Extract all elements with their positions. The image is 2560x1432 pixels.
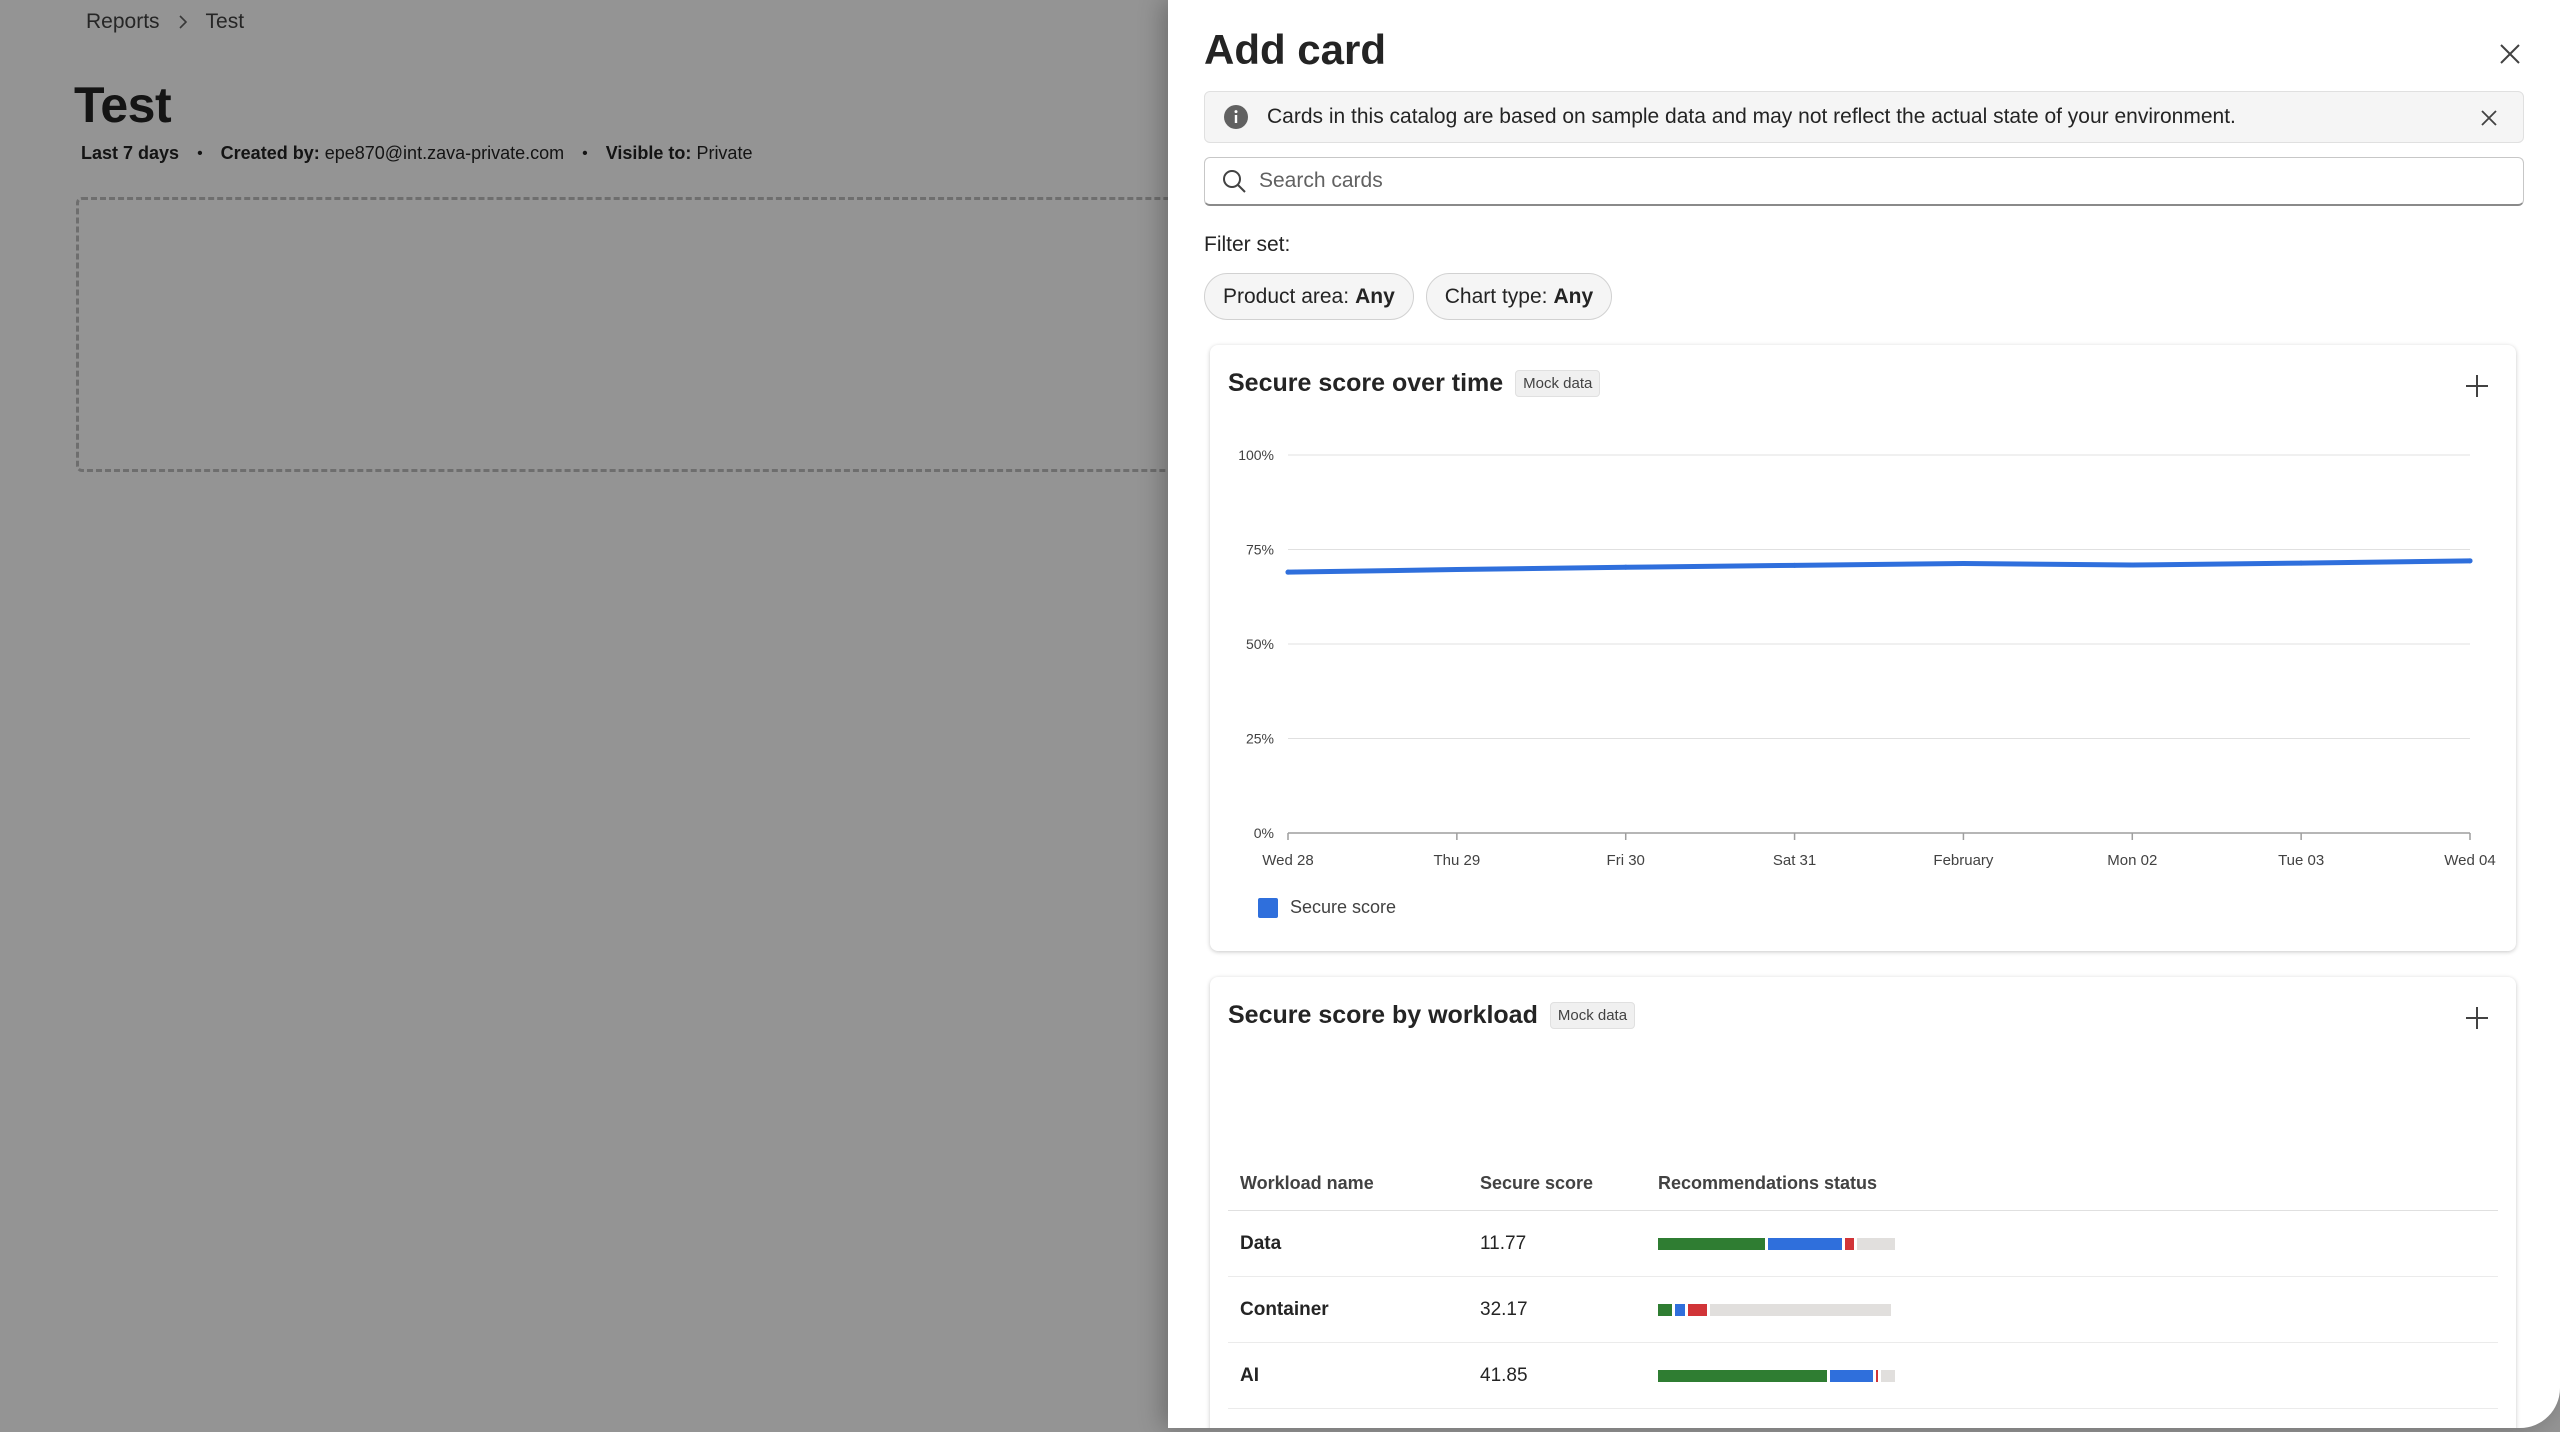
secure-score-by-workload-card[interactable]: Secure score by workload Mock data Workl… [1210, 977, 2516, 1428]
data-point [1285, 569, 1291, 575]
chart-legend: Secure score [1258, 897, 1396, 918]
close-icon [2500, 44, 2520, 64]
secure-score-series-line [1285, 558, 2473, 575]
column-header[interactable]: Recommendations status [1658, 1173, 2498, 1194]
table-row[interactable]: Container 32.17 [1228, 1277, 2498, 1343]
workload-name: Container [1240, 1298, 1329, 1320]
data-point [2298, 560, 2304, 566]
secure-score-value: 11.77 [1480, 1232, 1527, 1254]
status-bar [1658, 1369, 1896, 1382]
table-row[interactable]: Identity64.7 [1228, 1409, 2498, 1428]
table-header: Workload name Secure score Recommendatio… [1228, 1157, 2498, 1211]
dismiss-info-button[interactable] [2475, 104, 2503, 132]
info-message-bar: Cards in this catalog are based on sampl… [1204, 91, 2524, 143]
status-in-progress-segment [1675, 1303, 1685, 1316]
plus-icon [2466, 1007, 2488, 1029]
workload-name: Data [1240, 1232, 1282, 1254]
status-remaining-segment [1709, 1303, 1891, 1316]
y-tick-label: 0% [1254, 825, 1274, 841]
y-tick-label: 50% [1246, 636, 1274, 652]
x-tick-label: Fri 30 [1607, 852, 1645, 869]
add-card-panel: Add card Cards in this catalog are based… [1168, 0, 2560, 1428]
x-tick-label: Mon 02 [2107, 852, 2157, 869]
recommendations-status [1658, 1369, 2498, 1382]
filter-pills: Product area: Any Chart type: Any [1204, 273, 1613, 320]
add-card-button[interactable] [2460, 1001, 2494, 1035]
status-bar [1658, 1237, 1896, 1250]
data-point [2129, 562, 2135, 568]
column-header[interactable]: Secure score [1480, 1173, 1658, 1194]
recommendations-status [1658, 1237, 2498, 1250]
status-risk-segment [1875, 1369, 1879, 1382]
secure-score-line-chart: 100% 75% 50% 25% 0% Wed 28 Thu 29 Fri 30 Sat 31 F… [1238, 447, 2496, 869]
table-row[interactable]: AI 41.85 [1228, 1343, 2498, 1409]
data-point [1960, 560, 1966, 566]
data-point [1454, 567, 1460, 573]
data-point [1623, 564, 1629, 570]
panel-title: Add card [1204, 26, 1387, 73]
data-point [2467, 558, 2473, 564]
status-completed-segment [1658, 1303, 1673, 1316]
table-row[interactable]: Data 11.77 [1228, 1211, 2498, 1277]
close-panel-button[interactable] [2492, 36, 2528, 72]
x-tick-label: Wed 04 [2444, 852, 2495, 869]
status-in-progress-segment [1768, 1237, 1842, 1250]
legend-label: Secure score [1290, 897, 1397, 917]
y-tick-label: 25% [1246, 731, 1274, 747]
secure-score-value: 41.85 [1480, 1364, 1528, 1386]
status-bar [1658, 1303, 1896, 1316]
info-message-text: Cards in this catalog are based on sampl… [1267, 105, 2236, 128]
status-risk-segment [1687, 1303, 1707, 1316]
status-completed-segment [1658, 1369, 1827, 1382]
mock-data-badge: Mock data [1549, 1002, 1636, 1029]
search-input[interactable] [1259, 169, 2523, 193]
search-box [1204, 157, 2524, 206]
y-tick-label: 75% [1246, 542, 1274, 558]
x-tick-label: Sat 31 [1773, 852, 1816, 869]
x-tick-label: Tue 03 [2278, 852, 2324, 869]
x-tick-label: Thu 29 [1434, 852, 1481, 869]
filter-set-label: Filter set: [1204, 233, 1291, 256]
x-tick-label: Wed 28 [1262, 852, 1313, 869]
status-risk-segment [1844, 1237, 1855, 1250]
card-title: Secure score by workload [1228, 1001, 1538, 1029]
data-point [1792, 562, 1798, 568]
y-tick-label: 100% [1238, 447, 1274, 463]
status-remaining-segment [1881, 1369, 1896, 1382]
status-completed-segment [1658, 1237, 1766, 1250]
secure-score-over-time-card[interactable]: Secure score over time Mock data 100% 75%… [1210, 345, 2516, 951]
secure-score-value: 32.17 [1480, 1298, 1528, 1320]
chart-type-filter[interactable]: Chart type: Any [1425, 273, 1613, 320]
info-icon [1224, 105, 1248, 129]
table-body: Data 11.77 Container 32.17 AI 41.85 Identity64… [1228, 1211, 2498, 1428]
x-tick-label: February [1933, 852, 1994, 869]
status-remaining-segment [1857, 1237, 1896, 1250]
close-icon [2481, 110, 2497, 126]
card-header: Secure score by workload Mock data [1228, 1001, 1636, 1030]
column-header[interactable]: Workload name [1228, 1173, 1480, 1194]
status-in-progress-segment [1829, 1369, 1873, 1382]
workload-table: Workload name Secure score Recommendatio… [1228, 1157, 2498, 1428]
product-area-filter[interactable]: Product area: Any [1204, 273, 1414, 320]
recommendations-status [1658, 1303, 2498, 1316]
workload-name: AI [1240, 1364, 1259, 1386]
search-icon [1223, 170, 1246, 193]
legend-swatch [1258, 897, 1278, 918]
